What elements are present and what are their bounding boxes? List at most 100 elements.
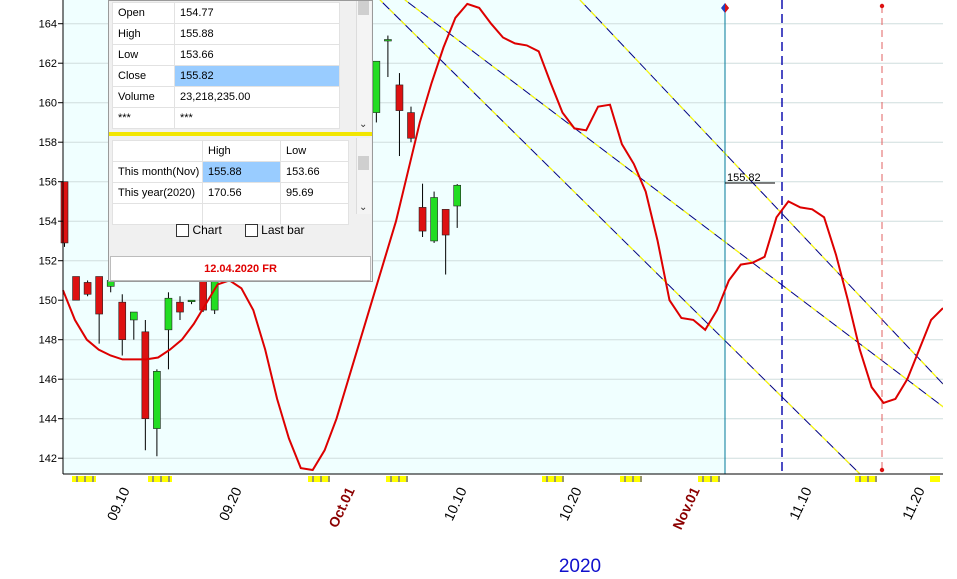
scroll-thumb[interactable]	[358, 156, 369, 170]
range-row-year[interactable]: This year(2020) 170.56 95.69	[112, 182, 349, 204]
range-header-low: Low	[280, 140, 349, 162]
x-axis-marker-tick	[390, 476, 392, 482]
x-axis-marker	[386, 476, 408, 482]
x-axis-marker-tick	[406, 476, 408, 482]
range-header-row: High Low	[112, 140, 349, 162]
x-axis-marker	[620, 476, 642, 482]
checkbox-icon[interactable]	[245, 223, 259, 237]
x-axis-marker-tick	[702, 476, 704, 482]
candle-body	[187, 299, 196, 303]
x-tick-label: Oct.01	[325, 484, 358, 530]
current-date-display: 12.04.2020 FR	[110, 256, 371, 281]
x-axis-marker	[542, 476, 564, 482]
x-axis-marker-tick	[867, 476, 869, 482]
range-high: 155.88	[202, 161, 281, 183]
x-tick-label: Nov.01	[669, 484, 703, 532]
candle-body	[441, 209, 450, 236]
range-row-empty	[112, 203, 349, 225]
ohlc-value: 23,218,235.00	[174, 86, 340, 108]
x-axis-marker	[930, 476, 940, 482]
scroll-thumb[interactable]	[358, 1, 369, 15]
y-tick-label: 158	[39, 137, 57, 149]
y-tick-label: 154	[39, 216, 57, 228]
last-bar-checkbox-label: Last bar	[261, 223, 305, 237]
candle-body	[430, 197, 438, 242]
x-axis-marker-tick	[160, 476, 162, 482]
plot-background-right	[725, 0, 943, 474]
chart-checkbox-label: Chart	[192, 223, 222, 237]
y-tick-label: 148	[39, 335, 57, 347]
x-axis-marker-tick	[152, 476, 154, 482]
ohlc-row-low[interactable]: Low 153.66	[112, 44, 340, 66]
x-axis-marker-tick	[718, 476, 720, 482]
candle-body	[130, 311, 138, 321]
candle-body	[453, 184, 462, 207]
ohlc-value: 153.66	[174, 44, 340, 66]
ohlc-label: Low	[112, 44, 175, 66]
x-axis-marker-tick	[859, 476, 861, 482]
ohlc-scrollbar[interactable]: ⌄	[356, 1, 371, 131]
x-axis-marker	[308, 476, 330, 482]
range-label: This year(2020)	[112, 182, 203, 204]
x-axis-marker-tick	[640, 476, 642, 482]
ohlc-row-close[interactable]: Close 155.82	[112, 65, 340, 87]
ohlc-label: ***	[112, 107, 175, 129]
range-label: This month(Nov)	[112, 161, 203, 183]
candle-body	[372, 60, 381, 113]
x-axis-marker	[855, 476, 877, 482]
x-axis-marker-tick	[875, 476, 877, 482]
ohlc-value: ***	[174, 107, 340, 129]
range-header-blank	[112, 140, 203, 162]
range-scrollbar[interactable]: ⌄	[356, 138, 371, 214]
chart-checkbox[interactable]: Chart	[176, 223, 222, 237]
x-axis-marker-tick	[328, 476, 330, 482]
scroll-down-icon[interactable]: ⌄	[359, 202, 367, 213]
ohlc-row-open[interactable]: Open 154.77	[112, 2, 340, 24]
candle	[430, 191, 438, 243]
candle-body	[384, 39, 392, 42]
x-tick-label: 10.10	[440, 484, 469, 523]
candle-body	[60, 181, 69, 244]
x-axis-marker	[698, 476, 720, 482]
y-tick-label: 160	[39, 98, 57, 110]
x-axis-marker-tick	[312, 476, 314, 482]
ohlc-table: Open 154.77 High 155.88 Low 153.66 Close 155…	[112, 2, 340, 129]
x-axis-marker-tick	[624, 476, 626, 482]
last-price-label: 155.82	[727, 172, 761, 184]
x-axis-marker-tick	[84, 476, 86, 482]
data-window[interactable]: Open 154.77 High 155.88 Low 153.66 Close 155…	[108, 0, 373, 282]
ohlc-value: 154.77	[174, 2, 340, 24]
ohlc-label: Volume	[112, 86, 175, 108]
y-tick-label: 152	[39, 256, 57, 268]
y-tick-label: 156	[39, 177, 57, 189]
range-row-month[interactable]: This month(Nov) 155.88 153.66	[112, 161, 349, 183]
x-axis-marker-tick	[632, 476, 634, 482]
x-axis-marker-tick	[562, 476, 564, 482]
y-tick-label: 146	[39, 374, 57, 386]
last-bar-checkbox[interactable]: Last bar	[245, 223, 305, 237]
candle-body	[407, 112, 415, 139]
y-axis: 142 144 146 148 150 152 154 156 158 160 162 164	[39, 0, 64, 474]
ohlc-row-volume[interactable]: Volume 23,218,235.00	[112, 86, 340, 108]
candle-body	[95, 276, 103, 315]
x-tick-label: 11.10	[786, 484, 815, 522]
ohlc-row-extra[interactable]: *** ***	[112, 107, 340, 129]
year-label: 2020	[558, 556, 602, 577]
y-tick-label: 164	[39, 19, 57, 31]
x-axis-marker-tick	[546, 476, 548, 482]
ohlc-row-high[interactable]: High 155.88	[112, 23, 340, 45]
x-axis-marker-tick	[168, 476, 170, 482]
x-tick-label: 11.20	[899, 484, 928, 522]
candle-body	[153, 370, 161, 429]
y-tick-label: 144	[39, 414, 57, 426]
checkbox-icon[interactable]	[176, 223, 190, 237]
scroll-down-icon[interactable]: ⌄	[359, 119, 367, 130]
ohlc-value: 155.82	[174, 65, 340, 87]
ohlc-value: 155.88	[174, 23, 340, 45]
range-table: High Low This month(Nov) 155.88 153.66 T…	[112, 140, 349, 225]
candle	[83, 280, 92, 297]
x-tick-label: 09.10	[103, 484, 132, 523]
candle-body	[395, 84, 404, 111]
panel-divider	[109, 132, 372, 136]
candle-body	[141, 331, 150, 419]
